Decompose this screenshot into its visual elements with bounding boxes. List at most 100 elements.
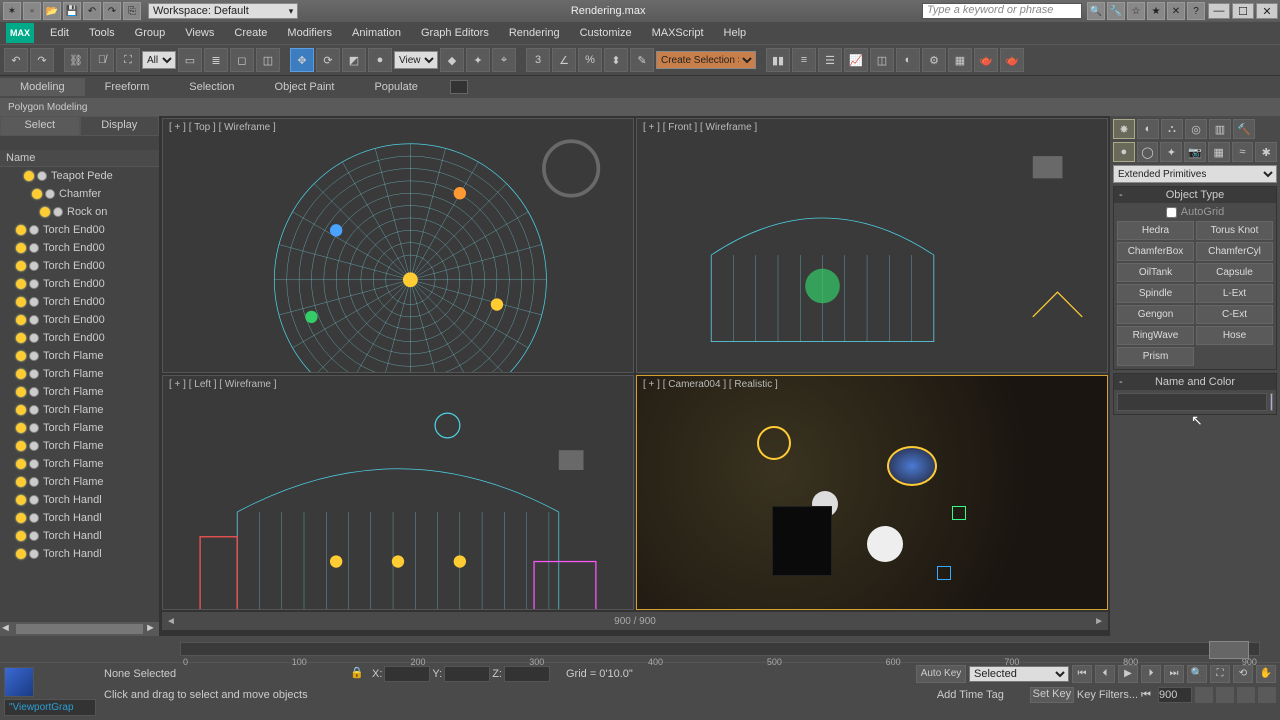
visibility-icon[interactable]: [16, 333, 26, 343]
create-hose-button[interactable]: Hose: [1196, 326, 1273, 345]
prev-frame-button[interactable]: ⏴: [1095, 665, 1115, 683]
angle-snap-button[interactable]: ∠: [552, 48, 576, 72]
hierarchy-panel-icon[interactable]: ⛬: [1161, 119, 1183, 139]
scene-item[interactable]: Torch End00: [0, 239, 159, 257]
viewport-camera[interactable]: [ + ] [ Camera004 ] [ Realistic ]: [636, 375, 1108, 610]
freeze-icon[interactable]: [29, 423, 39, 433]
scene-column-name[interactable]: Name: [0, 150, 159, 167]
freeze-icon[interactable]: [29, 459, 39, 469]
create-spindle-button[interactable]: Spindle: [1117, 284, 1194, 303]
spacewarps-icon[interactable]: ≈: [1232, 142, 1254, 162]
scene-item[interactable]: Torch Flame: [0, 419, 159, 437]
lights-icon[interactable]: ✦: [1160, 142, 1182, 162]
render-prod-button[interactable]: 🫖: [1000, 48, 1024, 72]
systems-icon[interactable]: ✱: [1255, 142, 1277, 162]
freeze-icon[interactable]: [45, 189, 55, 199]
freeze-icon[interactable]: [29, 513, 39, 523]
edit-named-button[interactable]: ✎: [630, 48, 654, 72]
unlink-button[interactable]: ⛓̸: [90, 48, 114, 72]
time-slider[interactable]: [1209, 641, 1249, 659]
scene-item[interactable]: Rock on: [0, 203, 159, 221]
timeline[interactable]: 0100200300400500600700800900: [0, 636, 1280, 662]
freeze-icon[interactable]: [29, 387, 39, 397]
star-icon[interactable]: ☆: [1127, 2, 1145, 20]
scene-item[interactable]: Torch Flame: [0, 365, 159, 383]
freeze-icon[interactable]: [29, 279, 39, 289]
scale-button[interactable]: ◩: [342, 48, 366, 72]
menu-rendering[interactable]: Rendering: [499, 24, 570, 42]
open-icon[interactable]: 📂: [43, 2, 61, 20]
viewport-front-label[interactable]: [ + ] [ Front ] [ Wireframe ]: [643, 122, 757, 133]
freeze-icon[interactable]: [53, 207, 63, 217]
visibility-icon[interactable]: [40, 207, 50, 217]
scene-item[interactable]: Torch Handl: [0, 545, 159, 563]
freeze-icon[interactable]: [29, 243, 39, 253]
visibility-icon[interactable]: [16, 495, 26, 505]
undo-button[interactable]: ↶: [4, 48, 28, 72]
maximize-button[interactable]: ☐: [1232, 3, 1254, 19]
create-hedra-button[interactable]: Hedra: [1117, 221, 1194, 240]
freeze-icon[interactable]: [29, 369, 39, 379]
visibility-icon[interactable]: [16, 261, 26, 271]
scene-item[interactable]: Torch Handl: [0, 527, 159, 545]
visibility-icon[interactable]: [24, 171, 34, 181]
scene-item[interactable]: Torch End00: [0, 257, 159, 275]
create-chamferbox-button[interactable]: ChamferBox: [1117, 242, 1194, 261]
undo-icon[interactable]: ↶: [83, 2, 101, 20]
viewport-camera-label[interactable]: [ + ] [ Camera004 ] [ Realistic ]: [643, 379, 778, 390]
select-object-button[interactable]: ▭: [178, 48, 202, 72]
nav-orbit-button[interactable]: [1195, 687, 1213, 703]
visibility-icon[interactable]: [16, 531, 26, 541]
create-prism-button[interactable]: Prism: [1117, 347, 1194, 366]
menu-customize[interactable]: Customize: [570, 24, 642, 42]
create-chamfercyl-button[interactable]: ChamferCyl: [1196, 242, 1273, 261]
helpers-icon[interactable]: ▦: [1208, 142, 1230, 162]
menu-views[interactable]: Views: [175, 24, 224, 42]
cameras-icon[interactable]: 📷: [1184, 142, 1206, 162]
scene-item[interactable]: Torch End00: [0, 311, 159, 329]
scene-item[interactable]: Torch Flame: [0, 347, 159, 365]
scene-tab-select[interactable]: Select: [0, 116, 80, 136]
redo-icon[interactable]: ↷: [103, 2, 121, 20]
scene-item[interactable]: Torch Flame: [0, 383, 159, 401]
bind-button[interactable]: ⛶: [116, 48, 140, 72]
next-frame-button[interactable]: ⏵: [1141, 665, 1161, 683]
render-button[interactable]: 🫖: [974, 48, 998, 72]
refcoord-dropdown[interactable]: View: [394, 51, 438, 69]
modify-panel-icon[interactable]: ◐: [1137, 119, 1159, 139]
visibility-icon[interactable]: [16, 387, 26, 397]
menu-edit[interactable]: Edit: [40, 24, 79, 42]
freeze-icon[interactable]: [29, 297, 39, 307]
rollout-object-type[interactable]: Object Type: [1114, 187, 1276, 203]
app-icon[interactable]: ✶: [3, 2, 21, 20]
menu-animation[interactable]: Animation: [342, 24, 411, 42]
visibility-icon[interactable]: [16, 441, 26, 451]
object-color-swatch[interactable]: [1270, 393, 1273, 411]
maxscript-listener[interactable]: "ViewportGrap: [4, 699, 96, 716]
visibility-icon[interactable]: [16, 459, 26, 469]
render-frame-button[interactable]: ▦: [948, 48, 972, 72]
create-torus knot-button[interactable]: Torus Knot: [1196, 221, 1273, 240]
keymode-button[interactable]: ⌖: [492, 48, 516, 72]
shapes-icon[interactable]: ◯: [1137, 142, 1159, 162]
create-gengon-button[interactable]: Gengon: [1117, 305, 1194, 324]
scene-item[interactable]: Torch End00: [0, 293, 159, 311]
freeze-icon[interactable]: [29, 441, 39, 451]
percent-snap-button[interactable]: %: [578, 48, 602, 72]
freeze-icon[interactable]: [29, 351, 39, 361]
visibility-icon[interactable]: [16, 297, 26, 307]
create-panel-icon[interactable]: ✸: [1113, 119, 1135, 139]
snap-button[interactable]: 3: [526, 48, 550, 72]
schematic-button[interactable]: ◫: [870, 48, 894, 72]
selection-filter-dropdown[interactable]: All: [142, 51, 176, 69]
scene-item[interactable]: Teapot Pede: [0, 167, 159, 185]
render-setup-button[interactable]: ⚙: [922, 48, 946, 72]
freeze-icon[interactable]: [37, 171, 47, 181]
help-search-input[interactable]: Type a keyword or phrase: [922, 3, 1082, 19]
menu-grapheditors[interactable]: Graph Editors: [411, 24, 499, 42]
menu-maxscript[interactable]: MAXScript: [642, 24, 714, 42]
visibility-icon[interactable]: [16, 423, 26, 433]
exchange-icon[interactable]: ✕: [1167, 2, 1185, 20]
scene-item[interactable]: Torch End00: [0, 329, 159, 347]
create-l-ext-button[interactable]: L-Ext: [1196, 284, 1273, 303]
